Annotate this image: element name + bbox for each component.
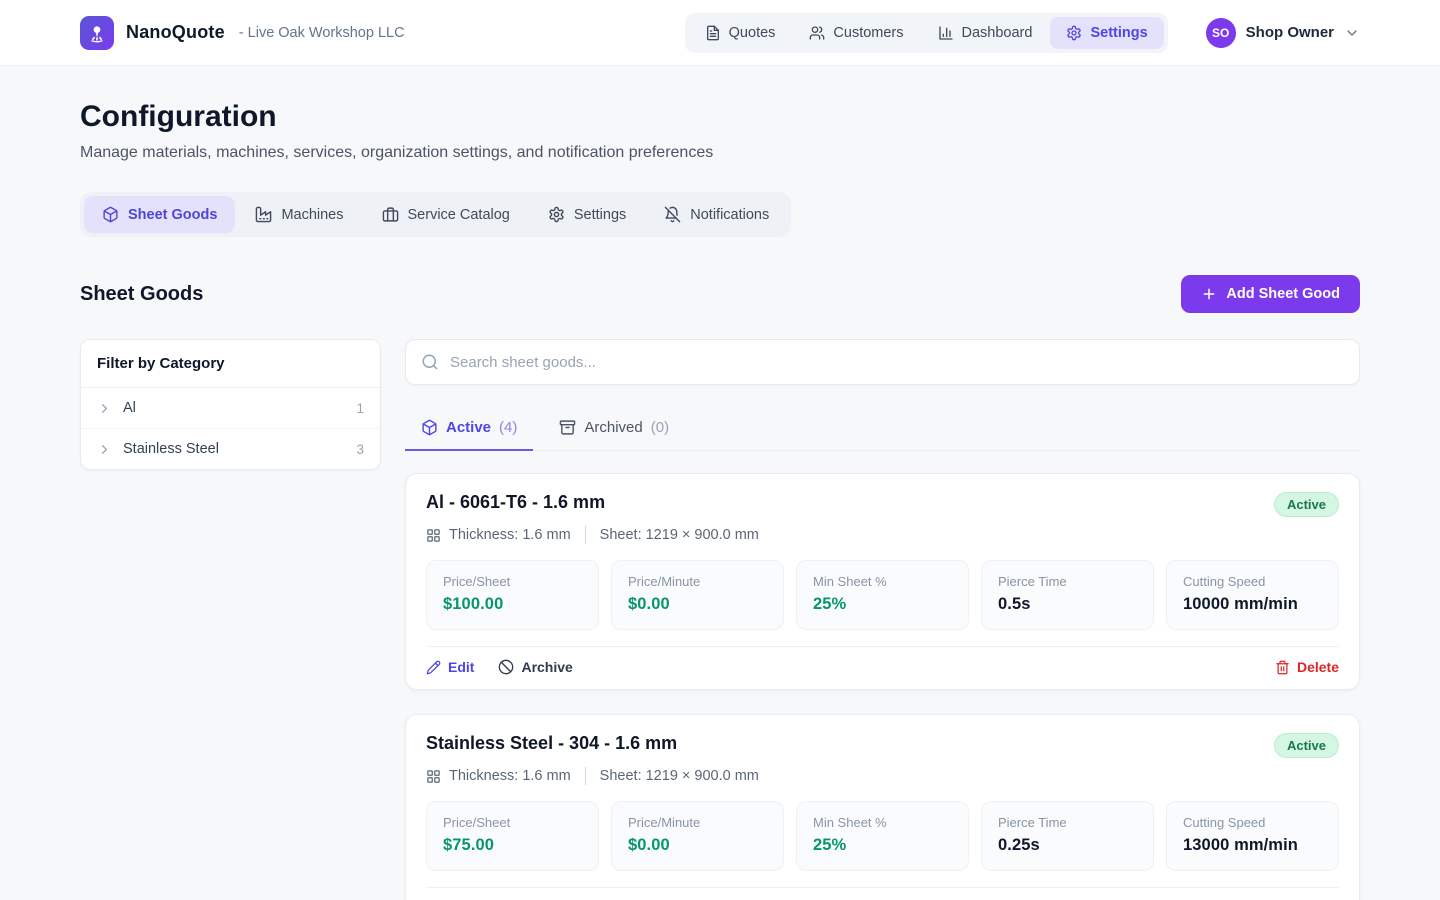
archive-button[interactable]: Archive: [498, 659, 572, 675]
delete-button[interactable]: Delete: [1275, 659, 1339, 675]
user-menu[interactable]: SO Shop Owner: [1206, 18, 1360, 48]
stat-cutting-speed: Cutting Speed 10000 mm/min: [1166, 560, 1339, 630]
filter-item-stainless-steel[interactable]: Stainless Steel 3: [81, 429, 380, 469]
org-name: - Live Oak Workshop LLC: [239, 25, 405, 41]
factory-icon: [255, 206, 272, 223]
status-badge: Active: [1274, 733, 1339, 758]
plus-icon: [1201, 286, 1217, 302]
sheet-size-text: Sheet: 1219 × 900.0 mm: [600, 527, 759, 543]
thickness-text: Thickness: 1.6 mm: [449, 527, 571, 543]
app-title: NanoQuote: [126, 22, 225, 43]
archive-icon: [559, 419, 576, 436]
sheet-good-title: Al - 6061-T6 - 1.6 mm: [426, 492, 605, 513]
filter-count: 1: [356, 401, 364, 416]
divider: [585, 767, 586, 785]
brand: NanoQuote - Live Oak Workshop LLC: [80, 16, 405, 50]
tab-service-catalog[interactable]: Service Catalog: [364, 196, 528, 233]
stat-price-sheet: Price/Sheet $100.00: [426, 560, 599, 630]
nav-item-customers[interactable]: Customers: [793, 17, 919, 49]
filter-item-al[interactable]: Al 1: [81, 388, 380, 429]
tab-settings[interactable]: Settings: [530, 196, 644, 233]
tab-notifications[interactable]: Notifications: [646, 196, 787, 233]
sheet-good-meta: Thickness: 1.6 mm Sheet: 1219 × 900.0 mm: [426, 767, 1339, 785]
filter-panel: Filter by Category Al 1 Stainless Steel …: [80, 339, 381, 470]
status-badge: Active: [1274, 492, 1339, 517]
sheet-good-meta: Thickness: 1.6 mm Sheet: 1219 × 900.0 mm: [426, 526, 1339, 544]
tab-sheet-goods[interactable]: Sheet Goods: [84, 196, 235, 233]
stat-min-sheet-pct: Min Sheet % 25%: [796, 801, 969, 871]
status-tab-bar: Active (4) Archived (0): [405, 409, 1360, 451]
divider: [585, 526, 586, 544]
gear-icon: [1066, 25, 1082, 41]
chevron-down-icon: [1344, 25, 1360, 41]
stat-price-minute: Price/Minute $0.00: [611, 560, 784, 630]
search-box: [405, 339, 1360, 385]
add-sheet-good-button[interactable]: Add Sheet Good: [1181, 275, 1360, 313]
chevron-right-icon: [97, 401, 112, 416]
tab-archived[interactable]: Archived (0): [543, 409, 685, 451]
page-title: Configuration: [80, 100, 1360, 134]
nav-item-dashboard[interactable]: Dashboard: [922, 17, 1049, 49]
chevron-right-icon: [97, 442, 112, 457]
stat-min-sheet-pct: Min Sheet % 25%: [796, 560, 969, 630]
gear-icon: [548, 206, 565, 223]
page-subtitle: Manage materials, machines, services, or…: [80, 144, 1360, 162]
thickness-text: Thickness: 1.6 mm: [449, 768, 571, 784]
ban-icon: [498, 659, 514, 675]
search-input[interactable]: [450, 354, 1344, 371]
package-icon: [421, 419, 438, 436]
filter-count: 3: [356, 442, 364, 457]
package-icon: [102, 206, 119, 223]
file-text-icon: [705, 25, 721, 41]
user-name: Shop Owner: [1246, 24, 1334, 41]
sheet-good-card: Stainless Steel - 304 - 1.6 mm Active Th…: [405, 714, 1360, 900]
grid-icon: [426, 769, 441, 784]
stat-cutting-speed: Cutting Speed 13000 mm/min: [1166, 801, 1339, 871]
users-icon: [809, 25, 825, 41]
bar-chart-icon: [938, 25, 954, 41]
tab-machines[interactable]: Machines: [237, 196, 361, 233]
config-tab-bar: Sheet Goods Machines Service Catalog Set…: [80, 192, 791, 237]
stat-pierce-time: Pierce Time 0.5s: [981, 560, 1154, 630]
section-title: Sheet Goods: [80, 283, 203, 306]
archived-count: (0): [651, 419, 669, 436]
app-header: NanoQuote - Live Oak Workshop LLC Quotes…: [0, 0, 1440, 66]
nanoquote-logo-icon: [80, 16, 114, 50]
search-icon: [421, 353, 439, 371]
nav-item-quotes[interactable]: Quotes: [689, 17, 792, 49]
active-count: (4): [499, 419, 517, 436]
grid-icon: [426, 528, 441, 543]
stat-price-sheet: Price/Sheet $75.00: [426, 801, 599, 871]
section-header: Sheet Goods Add Sheet Good: [80, 275, 1360, 313]
briefcase-icon: [382, 206, 399, 223]
stat-price-minute: Price/Minute $0.00: [611, 801, 784, 871]
filter-title: Filter by Category: [81, 340, 380, 388]
pencil-icon: [426, 660, 441, 675]
sheet-good-card: Al - 6061-T6 - 1.6 mm Active Thickness: …: [405, 473, 1360, 690]
sheet-size-text: Sheet: 1219 × 900.0 mm: [600, 768, 759, 784]
main-content: Configuration Manage materials, machines…: [0, 66, 1440, 900]
nav-item-settings[interactable]: Settings: [1050, 17, 1163, 49]
edit-button[interactable]: Edit: [426, 659, 474, 675]
stat-pierce-time: Pierce Time 0.25s: [981, 801, 1154, 871]
bell-off-icon: [664, 206, 681, 223]
sheet-good-title: Stainless Steel - 304 - 1.6 mm: [426, 733, 677, 754]
trash-icon: [1275, 660, 1290, 675]
main-nav: Quotes Customers Dashboard Settings: [685, 13, 1168, 53]
avatar: SO: [1206, 18, 1236, 48]
tab-active[interactable]: Active (4): [405, 409, 533, 451]
